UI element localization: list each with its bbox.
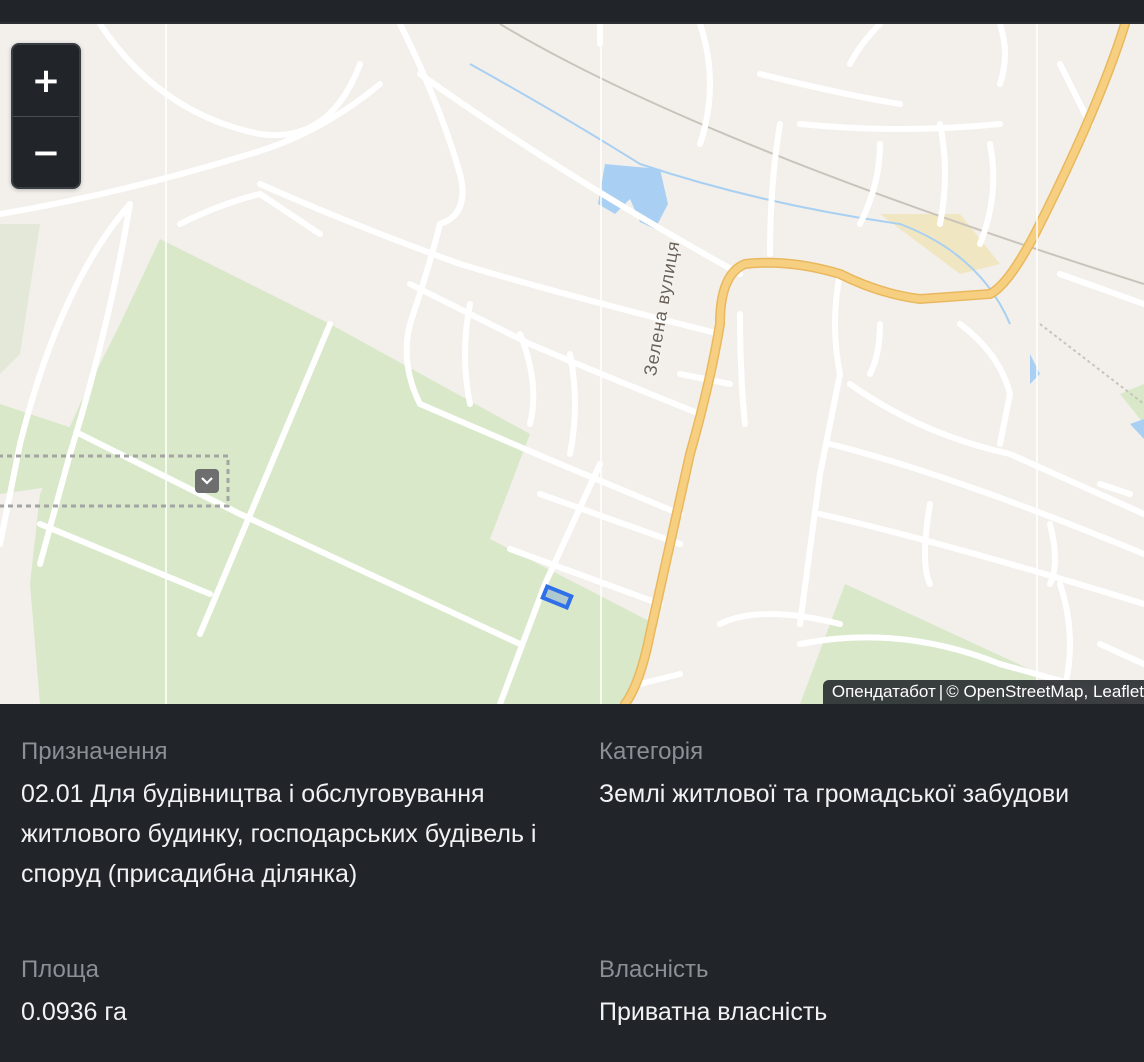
attribution-leaflet-link[interactable]: Leaflet [1093,682,1144,701]
zoom-out-button[interactable]: − [13,117,79,187]
category-value: Землі житлової та громадської забудови [599,780,1070,808]
purpose-field: Призначення 02.01 Для будівництва і обсл… [21,736,581,894]
ownership-label: Власність [599,956,709,983]
ownership-field: Власність Приватна власність [599,954,1144,1032]
purpose-label: Призначення [21,738,168,765]
top-bar [0,0,1144,24]
category-label: Категорія [599,738,704,765]
parcel-details: Призначення 02.01 Для будівництва і обсл… [0,704,1144,1062]
area-value: 0.0936 га [21,998,127,1026]
purpose-value: 02.01 Для будівництва і обслуговування ж… [21,780,537,888]
map-view[interactable]: Зелена вулиця + − Опендатабот | © OpenStre… [0,24,1144,704]
zoom-control: + − [11,43,81,189]
map-attribution: Опендатабот | © OpenStreetMap, Leaflet [822,680,1144,704]
attribution-provider-link[interactable]: Опендатабот [832,682,936,701]
area-field: Площа 0.0936 га [21,954,581,1032]
map-tiles [0,24,1144,704]
layer-toggle[interactable] [195,469,219,493]
ownership-value: Приватна власність [599,998,828,1026]
category-field: Категорія Землі житлової та громадської … [599,736,1144,814]
chevron-down-icon [201,477,213,485]
attribution-osm-link[interactable]: © OpenStreetMap, [946,682,1088,701]
zoom-in-button[interactable]: + [13,45,79,117]
area-label: Площа [21,956,99,983]
attribution-separator: | [938,682,944,701]
